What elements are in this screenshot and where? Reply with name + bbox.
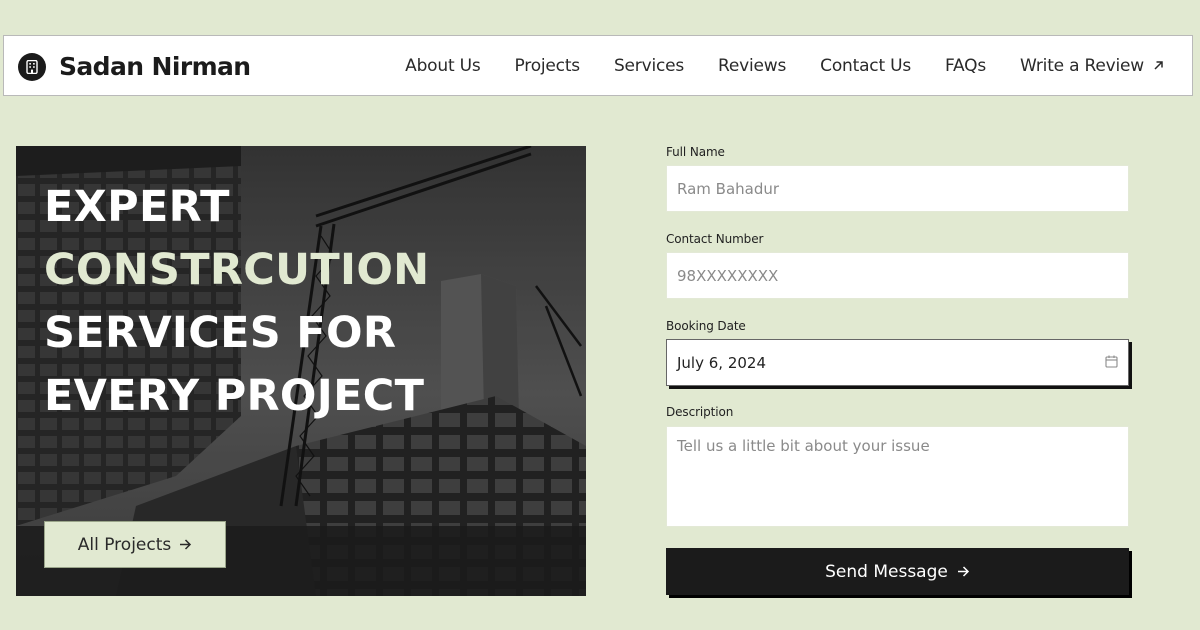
- hero-title-line-4: EVERY PROJECT: [44, 371, 425, 421]
- arrow-right-icon: [179, 535, 192, 555]
- arrow-right-icon: [957, 562, 970, 582]
- hero-title-line-3: SERVICES FOR: [44, 308, 397, 358]
- nav-link-reviews[interactable]: Reviews: [718, 56, 786, 76]
- nav-link-projects[interactable]: Projects: [515, 56, 581, 76]
- nav-links: About Us Projects Services Reviews Conta…: [405, 56, 1164, 76]
- booking-date-value: July 6, 2024: [677, 353, 766, 372]
- nav-link-write-a-review[interactable]: Write a Review: [1020, 56, 1164, 76]
- description-label: Description: [666, 405, 734, 419]
- navbar: Sadan Nirman About Us Projects Services …: [3, 35, 1193, 96]
- hero-title-line-2: CONSTRCUTION: [44, 245, 430, 295]
- hero-title-line-1: EXPERT: [44, 182, 230, 232]
- contact-number-label: Contact Number: [666, 232, 764, 246]
- hero-title: EXPERT CONSTRCUTION SERVICES FOR EVERY P…: [44, 176, 429, 428]
- nav-link-contact-us[interactable]: Contact Us: [820, 56, 911, 76]
- send-message-button[interactable]: Send Message: [666, 548, 1129, 595]
- description-textarea[interactable]: [666, 426, 1129, 527]
- all-projects-label: All Projects: [77, 534, 172, 555]
- nav-link-write-a-review-label: Write a Review: [1020, 56, 1144, 76]
- all-projects-button[interactable]: All Projects: [44, 521, 226, 568]
- arrow-up-right-icon: [1153, 56, 1164, 76]
- brand-name: Sadan Nirman: [59, 52, 251, 81]
- full-name-label: Full Name: [666, 145, 725, 159]
- full-name-input[interactable]: [666, 165, 1129, 212]
- nav-link-services[interactable]: Services: [614, 56, 684, 76]
- nav-link-faqs[interactable]: FAQs: [945, 56, 986, 76]
- contact-number-input[interactable]: [666, 252, 1129, 299]
- brand[interactable]: Sadan Nirman: [18, 52, 251, 81]
- booking-date-input[interactable]: July 6, 2024: [666, 339, 1129, 386]
- send-message-label: Send Message: [825, 561, 948, 582]
- calendar-icon[interactable]: [1105, 353, 1118, 372]
- booking-date-label: Booking Date: [666, 319, 746, 333]
- nav-link-about-us[interactable]: About Us: [405, 56, 481, 76]
- hero-banner: EXPERT CONSTRCUTION SERVICES FOR EVERY P…: [16, 146, 586, 596]
- building-icon: [18, 52, 46, 81]
